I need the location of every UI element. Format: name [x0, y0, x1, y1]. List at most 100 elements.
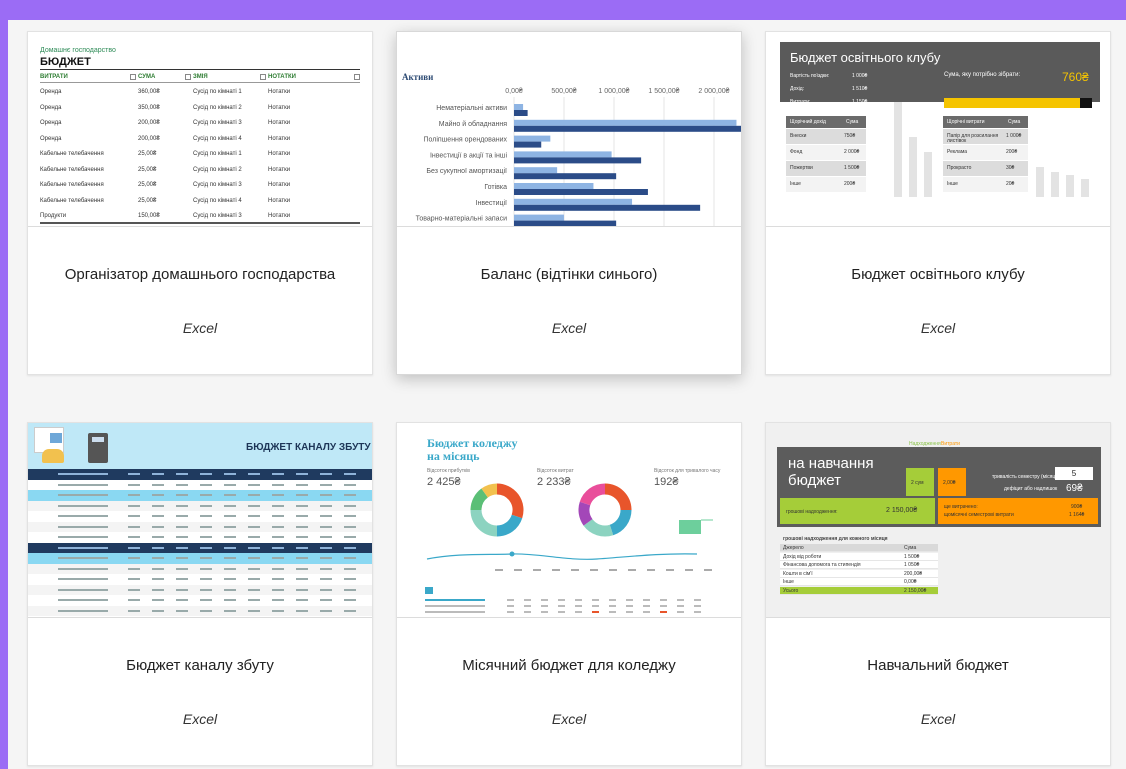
- filter-dropdown-icon: [260, 74, 266, 80]
- preview-grid-cell: [58, 578, 108, 580]
- preview-grid-cell: [176, 546, 188, 549]
- preview-grid-cell: [128, 578, 140, 580]
- preview-grid-cell: [344, 504, 356, 507]
- card-title: Баланс (відтінки синього): [480, 266, 658, 283]
- filter-dropdown-icon: [130, 74, 136, 80]
- preview-grid-cell: [176, 483, 188, 486]
- card-app-name: Excel: [551, 320, 587, 336]
- preview-column-bar: [1066, 175, 1074, 197]
- preview-grid-cell: [320, 483, 332, 486]
- preview-income-donut-slice: [470, 488, 489, 511]
- preview-grid-cell: [200, 525, 212, 528]
- template-card-sales-channel-budget[interactable]: БЮДЖЕТ КАНАЛУ ЗБУТУ Бюджет каналу збуту …: [27, 422, 373, 766]
- template-card-balance-blue[interactable]: Активи 0,00₴ 500,00₴ 1 000,00₴ 1 500,00₴ 2 0…: [396, 31, 742, 375]
- card-app-name: Excel: [182, 711, 218, 727]
- preview-grid-cell: [344, 557, 356, 559]
- preview-income-sum-value: 2 150,00₴: [886, 507, 918, 514]
- template-card-study-budget[interactable]: на навчання бюджет Надходження Витрати 2…: [765, 422, 1111, 766]
- preview-axis-tick-label: 0,00₴: [505, 88, 523, 95]
- preview-grid-cell: [224, 515, 236, 517]
- preview-grid-cell: [176, 525, 188, 528]
- preview-grid-cell: [224, 494, 236, 496]
- preview-grid-cell: [248, 557, 260, 559]
- preview-month-label: [552, 569, 560, 571]
- preview-table-cell: 150,00₴: [138, 213, 160, 219]
- preview-expense-donut-slice: [609, 509, 632, 536]
- preview-grid-cell: [176, 515, 188, 517]
- preview-grid-cell: [248, 515, 260, 517]
- preview-table-cell: 350,00₴: [138, 104, 160, 111]
- preview-table-cell: Оренда: [40, 120, 62, 126]
- card-app-name: Excel: [920, 320, 956, 336]
- preview-grid-cell: [320, 536, 332, 538]
- preview-axis-tick-label: 500,00₴: [551, 88, 576, 95]
- preview-grid-cell: [152, 504, 164, 507]
- preview-column-charts: [894, 102, 1089, 197]
- template-card-household-organizer[interactable]: Домашнє господарство БЮДЖЕТ ВИТРАТИ СУМА З…: [27, 31, 373, 375]
- preview-grid-cell: [248, 588, 260, 591]
- preview-grid-cell: [152, 567, 164, 570]
- preview-table-cell: [507, 605, 514, 607]
- preview-column-bar: [1081, 179, 1089, 197]
- preview-grid-cell: [152, 599, 164, 601]
- preview-grid-cell: [176, 504, 188, 507]
- preview-grid-cell: [344, 525, 356, 528]
- template-card-college-monthly-budget[interactable]: Бюджет коледжу на місяць Відсоток прибут…: [396, 422, 742, 766]
- preview-grid-cell: [320, 494, 332, 496]
- preview-bar-chart: 0,00₴ 500,00₴ 1 000,00₴ 1 500,00₴ 2 000,00₴ Н…: [416, 88, 741, 226]
- preview-month-label: [495, 569, 503, 571]
- preview-bar-light: [514, 135, 551, 142]
- calculator-screen: [92, 437, 104, 442]
- preview-grid-cell: [296, 609, 308, 612]
- preview-table-cell: Продукти: [40, 213, 67, 219]
- preview-grid-cell: [248, 599, 260, 601]
- preview-table-cell: 25,00₴: [138, 182, 157, 188]
- preview-table-cell: [592, 611, 599, 613]
- preview-grid-cell: [296, 494, 308, 496]
- preview-grid-cell: [200, 483, 212, 486]
- preview-grid-cell: [320, 599, 332, 601]
- preview-table-cell: [626, 599, 633, 601]
- preview-grid-cell: [248, 473, 260, 475]
- preview-table-cell: [643, 611, 650, 613]
- preview-table-cell: Оренда: [40, 104, 62, 111]
- preview-grid-cell: [200, 609, 212, 612]
- preview-month-label: [666, 569, 674, 571]
- template-card-education-club-budget[interactable]: Бюджет освітнього клубу Сума, яку потріб…: [765, 31, 1111, 375]
- preview-heading-line2: бюджет: [788, 472, 842, 490]
- preview-grid-cell: [296, 473, 308, 475]
- preview-grid-cell: [344, 473, 356, 475]
- template-preview: на навчання бюджет Надходження Витрати 2…: [766, 423, 1110, 618]
- preview-table-cell: 200,00₴: [904, 570, 923, 577]
- preview-grid-cell: [224, 473, 236, 475]
- card-title: Місячний бюджет для коледжу: [462, 657, 676, 674]
- preview-grid-cell: [224, 525, 236, 528]
- preview-table-cell: Нотатки: [268, 182, 291, 188]
- preview-grid-cell: [58, 588, 108, 591]
- preview-table-cell: [592, 599, 599, 601]
- preview-table-footer: [40, 222, 360, 224]
- preview-table-cell: [677, 599, 684, 601]
- preview-trend-point: [509, 551, 515, 557]
- preview-balance-bar: [679, 520, 701, 534]
- preview-table-cell: Сусід по кімнаті 3: [193, 120, 242, 126]
- preview-category-label: Без сукупної амортизації: [426, 167, 507, 175]
- preview-grid-cell: [58, 567, 108, 570]
- preview-header-rule: [40, 82, 360, 83]
- preview-column-header: СУМА: [138, 74, 156, 80]
- preview-table-cell: [575, 611, 582, 613]
- preview-income-donut-slice: [496, 483, 524, 519]
- card-app-name: Excel: [920, 711, 956, 727]
- top-accent-band: [0, 0, 1126, 20]
- preview-table-cell: [694, 605, 701, 607]
- preview-table-cell: Джерело: [783, 545, 804, 551]
- preview-month-label: [571, 569, 579, 571]
- preview-column-bar: [894, 102, 902, 197]
- preview-grid-cell: [320, 609, 332, 612]
- preview-grid-cell: [272, 515, 284, 517]
- preview-grid-cell: [272, 599, 284, 601]
- filter-dropdown-icon: [354, 74, 360, 80]
- template-preview: Домашнє господарство БЮДЖЕТ ВИТРАТИ СУМА З…: [28, 32, 372, 227]
- preview-grid-cell: [320, 546, 332, 549]
- preview-grid-cell: [344, 536, 356, 538]
